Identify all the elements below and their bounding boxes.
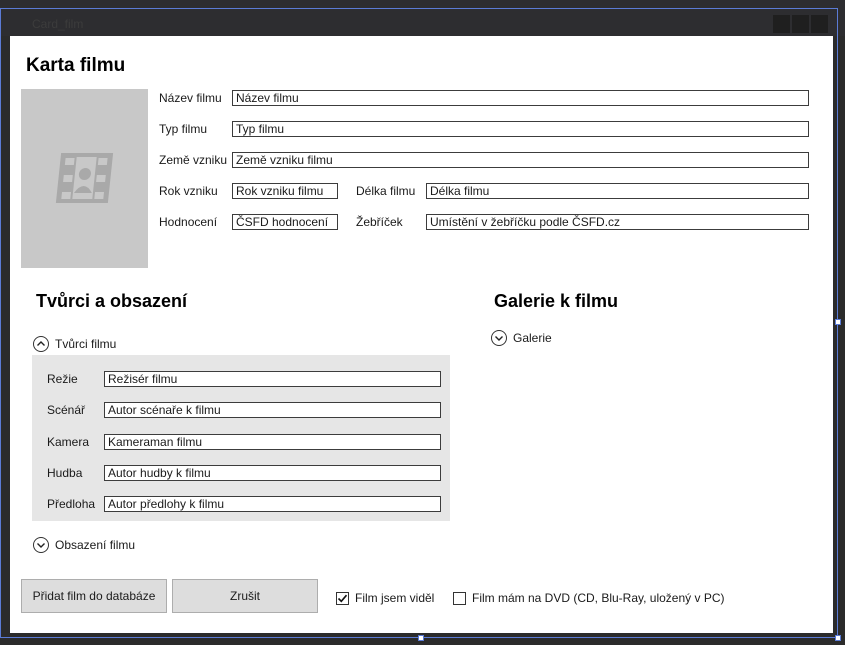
creators-expander[interactable]: Tvůrci filmu (33, 336, 116, 352)
year-input[interactable]: Rok vzniku filmu (232, 183, 338, 199)
creators-panel: Režie Režisér filmu Scénář Autor scénaře… (32, 355, 450, 521)
creators-expander-label: Tvůrci filmu (55, 337, 117, 351)
film-name-label: Název filmu (159, 91, 222, 105)
seen-checkbox[interactable]: Film jsem viděl (336, 591, 434, 605)
minimize-button[interactable] (773, 15, 790, 33)
gallery-expander[interactable]: Galerie (491, 330, 552, 346)
selection-border-top (0, 8, 838, 9)
gallery-expander-label: Galerie (513, 331, 552, 345)
maximize-button[interactable] (792, 15, 809, 33)
window-title: Card_film (32, 17, 84, 31)
film-name-input[interactable]: Název filmu (232, 90, 809, 106)
music-input[interactable]: Autor hudby k filmu (104, 465, 441, 481)
length-label: Délka filmu (356, 184, 416, 198)
rating-input[interactable]: ČSFD hodnocení (232, 214, 338, 230)
page-title: Karta filmu (26, 55, 126, 76)
add-film-button[interactable]: Přidat film do databáze (21, 579, 167, 613)
creator-label-director: Režie (47, 372, 78, 386)
year-label: Rok vzniku (159, 184, 218, 198)
resize-handle-corner[interactable] (835, 635, 841, 641)
film-type-label: Typ filmu (159, 122, 208, 136)
country-label: Země vzniku (159, 153, 228, 167)
close-button[interactable] (811, 15, 828, 33)
creator-label-screenplay: Scénář (47, 403, 86, 417)
resize-handle-right[interactable] (835, 319, 841, 325)
director-input[interactable]: Režisér filmu (104, 371, 441, 387)
source-input[interactable]: Autor předlohy k filmu (104, 496, 441, 512)
creator-label-camera: Kamera (47, 435, 90, 449)
camera-input[interactable]: Kameraman filmu (104, 434, 441, 450)
gallery-section-title: Galerie k filmu (494, 291, 619, 311)
dvd-checkbox-label: Film mám na DVD (CD, Blu-Ray, uložený v … (472, 591, 725, 605)
window-content: Karta filmu Název filmu Název filmu Typ … (10, 36, 833, 633)
chevron-down-icon (33, 537, 49, 553)
film-type-input[interactable]: Typ filmu (232, 121, 809, 137)
film-person-icon (55, 153, 114, 203)
poster-placeholder[interactable] (21, 89, 148, 268)
rating-label: Hodnocení (159, 215, 218, 229)
rank-input[interactable]: Umístění v žebříčku podle ČSFD.cz (426, 214, 809, 230)
creator-label-music: Hudba (47, 466, 83, 480)
selection-border-left (0, 8, 1, 638)
dvd-checkbox[interactable]: Film mám na DVD (CD, Blu-Ray, uložený v … (453, 591, 725, 605)
chevron-up-icon (33, 336, 49, 352)
checkbox-dvd-box[interactable] (453, 591, 466, 605)
cast-expander[interactable]: Obsazení filmu (33, 537, 135, 553)
cast-expander-label: Obsazení filmu (55, 538, 136, 552)
checkmark-icon (337, 594, 348, 602)
country-input[interactable]: Země vzniku filmu (232, 152, 809, 168)
cancel-button[interactable]: Zrušit (172, 579, 318, 613)
seen-checkbox-label: Film jsem viděl (355, 591, 435, 605)
rank-label: Žebříček (356, 215, 403, 229)
checkbox-seen-box[interactable] (336, 591, 349, 605)
length-input[interactable]: Délka filmu (426, 183, 809, 199)
creator-label-source: Předloha (47, 497, 96, 511)
creators-section-title: Tvůrci a obsazení (36, 291, 188, 311)
resize-handle-bottom[interactable] (418, 635, 424, 641)
title-bar: Card_film (0, 0, 845, 36)
chevron-down-icon (491, 330, 507, 346)
screenplay-input[interactable]: Autor scénaře k filmu (104, 402, 441, 418)
